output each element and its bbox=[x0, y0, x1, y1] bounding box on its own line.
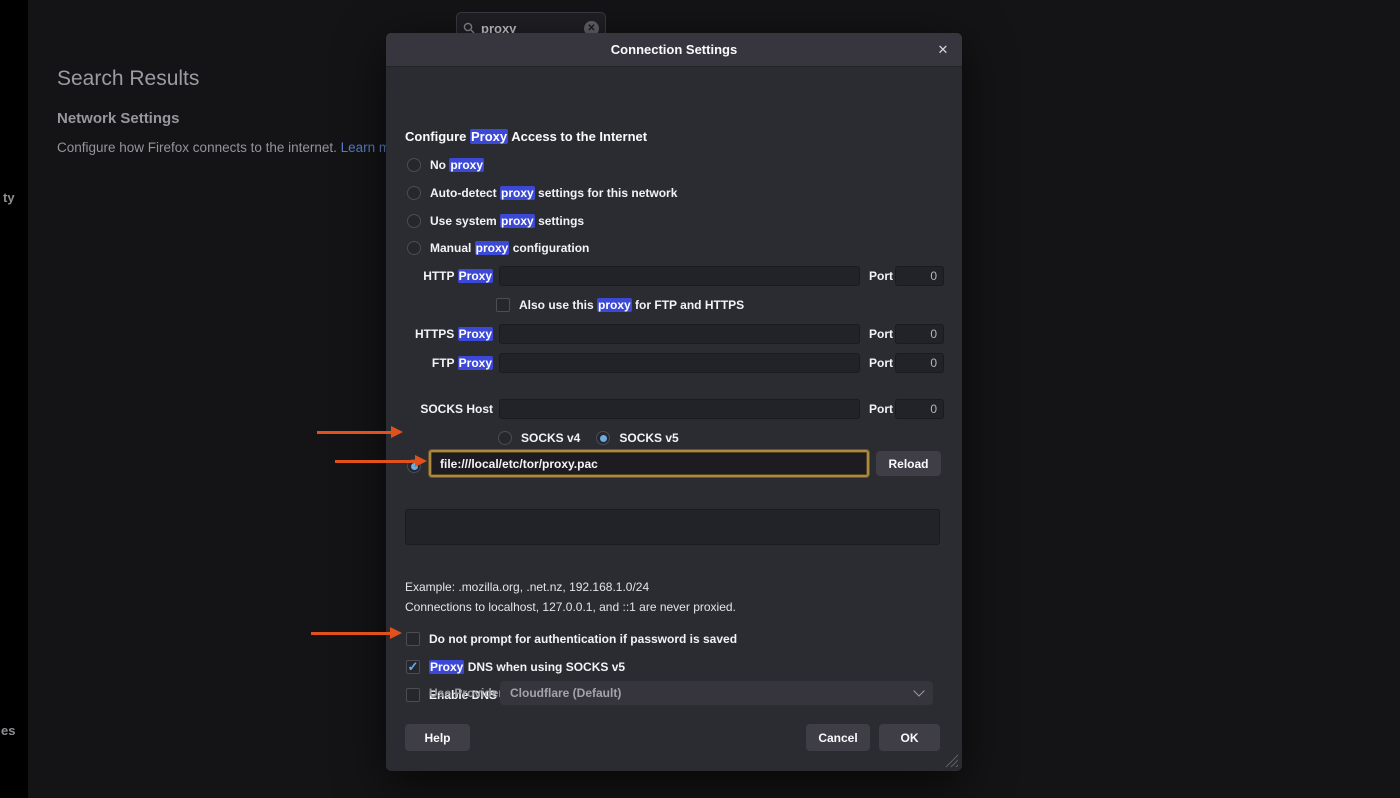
radio-row-no-proxy[interactable]: No proxy bbox=[407, 155, 484, 175]
proxy-dns-checkbox[interactable]: ✓ bbox=[406, 660, 420, 674]
dialog-title: Connection Settings bbox=[386, 33, 962, 66]
connection-settings-dialog: Connection Settings ✕ Configure Proxy Ac… bbox=[386, 33, 962, 771]
radio-row-manual-proxy[interactable]: Manual proxy configuration bbox=[407, 238, 589, 258]
system-proxy-label: Use system proxy settings bbox=[430, 214, 584, 228]
reload-button[interactable]: Reload bbox=[876, 451, 941, 476]
pac-url-input[interactable] bbox=[429, 450, 869, 477]
socks-v4-radio[interactable] bbox=[498, 431, 512, 445]
socks-host-row: SOCKS Host Port bbox=[405, 399, 944, 419]
socks-port-input[interactable] bbox=[895, 399, 944, 419]
localhost-note-text: Connections to localhost, 127.0.0.1, and… bbox=[405, 600, 736, 614]
manual-proxy-label: Manual proxy configuration bbox=[430, 241, 589, 255]
dialog-footer: Help Cancel OK bbox=[405, 724, 940, 751]
socks-host-label: SOCKS Host bbox=[405, 402, 493, 416]
ftp-proxy-input[interactable] bbox=[499, 353, 860, 373]
dns-over-https-checkbox[interactable]: ✓ bbox=[406, 688, 420, 702]
dialog-heading: Configure Proxy Access to the Internet bbox=[405, 129, 647, 144]
sidebar-item-fragment-bottom: es bbox=[1, 723, 15, 738]
https-proxy-input[interactable] bbox=[499, 324, 860, 344]
dns-provider-row: Use Provider Cloudflare (Default) bbox=[429, 681, 933, 705]
proxy-dns-row[interactable]: ✓ Proxy DNS when using SOCKS v5 bbox=[406, 657, 625, 677]
no-auth-prompt-checkbox[interactable]: ✓ bbox=[406, 632, 420, 646]
also-use-proxy-label: Also use this proxy for FTP and HTTPS bbox=[519, 298, 744, 312]
ok-button[interactable]: OK bbox=[879, 724, 940, 751]
ftp-port-label: Port bbox=[869, 356, 891, 370]
radio-row-system-proxy[interactable]: Use system proxy settings bbox=[407, 211, 584, 231]
auto-detect-proxy-label: Auto-detect proxy settings for this netw… bbox=[430, 186, 677, 200]
no-auth-prompt-label: Do not prompt for authentication if pass… bbox=[429, 632, 737, 646]
annotation-arrow-automatic-proxy bbox=[317, 431, 391, 434]
no-proxy-example-text: Example: .mozilla.org, .net.nz, 192.168.… bbox=[405, 580, 649, 594]
http-port-label: Port bbox=[869, 269, 891, 283]
http-port-input[interactable] bbox=[895, 266, 944, 286]
dns-provider-select[interactable]: Cloudflare (Default) bbox=[500, 681, 933, 705]
socks-v4-label: SOCKS v4 bbox=[521, 431, 580, 445]
socks-v5-label: SOCKS v5 bbox=[619, 431, 678, 445]
resize-grip[interactable] bbox=[945, 754, 958, 767]
dialog-header: Connection Settings ✕ bbox=[386, 33, 962, 67]
proxy-dns-label: Proxy DNS when using SOCKS v5 bbox=[429, 660, 625, 674]
ftp-proxy-label: FTP Proxy bbox=[405, 356, 493, 370]
network-settings-description: Configure how Firefox connects to the in… bbox=[57, 140, 410, 155]
no-proxy-for-textarea[interactable] bbox=[405, 509, 940, 545]
ftp-proxy-row: FTP Proxy Port bbox=[405, 353, 944, 373]
cancel-button[interactable]: Cancel bbox=[806, 724, 870, 751]
manual-proxy-radio[interactable] bbox=[407, 241, 421, 255]
socks-port-label: Port bbox=[869, 402, 891, 416]
auth-prompt-row[interactable]: ✓ Do not prompt for authentication if pa… bbox=[406, 629, 737, 649]
use-provider-label: Use Provider bbox=[429, 686, 494, 700]
annotation-arrow-pac-url bbox=[335, 460, 415, 463]
also-use-proxy-checkbox[interactable]: ✓ bbox=[496, 298, 510, 312]
socks-v5-radio[interactable] bbox=[596, 431, 610, 445]
pac-url-row: Reload bbox=[429, 450, 941, 477]
http-proxy-input[interactable] bbox=[499, 266, 860, 286]
no-proxy-label: No proxy bbox=[430, 158, 484, 172]
http-proxy-label: HTTP Proxy bbox=[405, 269, 493, 283]
chevron-down-icon bbox=[913, 685, 924, 696]
close-icon[interactable]: ✕ bbox=[932, 39, 954, 61]
https-port-label: Port bbox=[869, 327, 891, 341]
annotation-arrow-proxy-dns bbox=[311, 632, 390, 635]
http-proxy-row: HTTP Proxy Port bbox=[405, 266, 944, 286]
https-proxy-label: HTTPS Proxy bbox=[405, 327, 493, 341]
help-button[interactable]: Help bbox=[405, 724, 470, 751]
socks-host-input[interactable] bbox=[499, 399, 860, 419]
section-title-network-settings: Network Settings bbox=[57, 110, 180, 127]
also-use-proxy-row[interactable]: ✓ Also use this proxy for FTP and HTTPS bbox=[496, 295, 744, 315]
page-title: Search Results bbox=[57, 67, 199, 91]
https-port-input[interactable] bbox=[895, 324, 944, 344]
system-proxy-radio[interactable] bbox=[407, 214, 421, 228]
sidebar-item-fragment-top: ty bbox=[3, 190, 15, 205]
ftp-port-input[interactable] bbox=[895, 353, 944, 373]
description-text: Configure how Firefox connects to the in… bbox=[57, 140, 341, 155]
no-proxy-radio[interactable] bbox=[407, 158, 421, 172]
dns-provider-value: Cloudflare (Default) bbox=[510, 686, 915, 700]
https-proxy-row: HTTPS Proxy Port bbox=[405, 324, 944, 344]
socks-version-row: SOCKS v4 SOCKS v5 bbox=[498, 428, 679, 448]
radio-row-auto-detect[interactable]: Auto-detect proxy settings for this netw… bbox=[407, 183, 677, 203]
auto-detect-proxy-radio[interactable] bbox=[407, 186, 421, 200]
